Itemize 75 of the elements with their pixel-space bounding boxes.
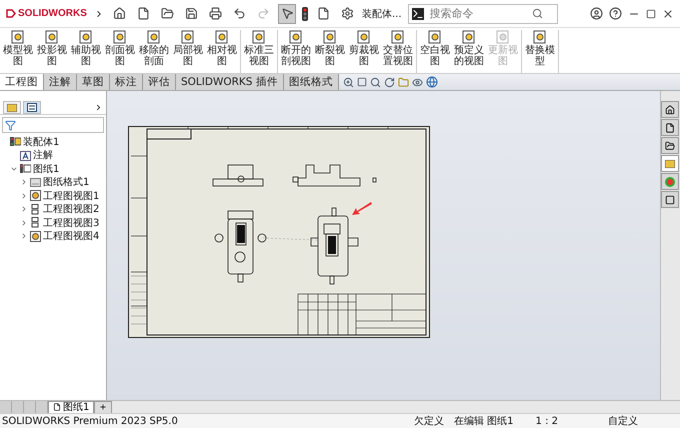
annotation-icon (20, 150, 31, 161)
ribbon-button[interactable]: 替换模型 (523, 30, 557, 73)
sheet-icon (20, 163, 31, 174)
ribbon-tab[interactable]: 图纸格式 (284, 74, 339, 90)
zoom-area-icon[interactable] (370, 76, 381, 88)
filter-icon (5, 120, 16, 130)
globe-icon[interactable] (426, 76, 438, 88)
part-view-icon (30, 190, 41, 202)
units-status[interactable]: 自定义 (608, 414, 638, 428)
add-sheet-button[interactable] (94, 400, 112, 414)
ribbon-button[interactable]: 投影视图 (35, 30, 69, 73)
ribbon-tab[interactable]: 评估 (143, 74, 176, 90)
ribbon-button[interactable]: 局部视图 (171, 30, 205, 73)
tree-item[interactable]: 工程图视图2 (43, 202, 100, 216)
tree-item[interactable]: 图纸格式1 (43, 175, 90, 190)
feature-tree-icon (7, 104, 17, 112)
ribbon-tab[interactable]: 草图 (77, 74, 110, 90)
editing-status: 在编辑 图纸1 (454, 414, 514, 428)
part-view-icon (30, 230, 41, 242)
ribbon-tab[interactable]: 标注 (110, 74, 143, 90)
solidworks-logo: SOLIDWORKS (6, 8, 88, 19)
home-icon[interactable] (661, 101, 679, 118)
terminal-icon (412, 8, 424, 20)
sheet-icon (53, 403, 61, 411)
help-icon[interactable] (609, 7, 622, 20)
ribbon-button[interactable]: 移除的剖面 (137, 30, 171, 73)
filter-field[interactable] (2, 117, 104, 133)
ribbon-button[interactable]: 模型视图 (1, 30, 35, 73)
search-icon (532, 8, 543, 19)
ribbon-button[interactable]: 断裂视图 (313, 30, 347, 73)
zoom-box-icon[interactable] (356, 77, 367, 87)
tree-item[interactable]: 工程图视图1 (43, 188, 100, 203)
scale-status: 1 : 2 (536, 416, 558, 426)
folder-icon[interactable] (661, 137, 679, 154)
search-bar[interactable]: 搜索命令 (408, 4, 558, 24)
ribbon-button[interactable]: 空白视图 (418, 30, 452, 73)
tree-item[interactable]: 工程图视图3 (43, 216, 100, 230)
close-icon[interactable] (662, 8, 674, 20)
zoom-icon[interactable] (342, 76, 354, 88)
search-field[interactable]: 搜索命令 (428, 6, 528, 20)
assembly-icon (10, 136, 21, 148)
user-icon[interactable] (590, 7, 603, 20)
list-icon (27, 103, 37, 112)
standard-view-icon (30, 204, 41, 215)
property-list-tab[interactable] (23, 101, 41, 114)
rotate-icon[interactable] (384, 76, 395, 88)
ribbon-tab[interactable]: 工程图 (0, 74, 44, 90)
tree-item[interactable]: 图纸1 (33, 162, 60, 176)
ribbon-button[interactable]: 标准三视图 (242, 30, 276, 73)
feature-manager-tab[interactable] (3, 101, 21, 114)
product-version: SOLIDWORKS Premium 2023 SP5.0 (2, 416, 178, 426)
sheet-format-icon (30, 176, 41, 188)
maximize-icon[interactable] (646, 8, 656, 18)
ribbon-button[interactable]: 剖面视图 (103, 30, 137, 73)
definition-status: 欠定义 (414, 414, 444, 428)
tree-item[interactable]: 注解 (33, 148, 53, 162)
eye-icon[interactable] (412, 76, 423, 88)
ribbon-button[interactable]: 断开的剖视图 (279, 30, 313, 73)
tree-item[interactable]: 装配体1 (23, 134, 60, 149)
document-name: 装配体... (362, 8, 402, 20)
standard-view-icon (30, 217, 41, 228)
ribbon-tab[interactable]: 注解 (44, 74, 77, 90)
ribbon-button[interactable]: 交替位置视图 (381, 30, 415, 73)
sheet-tab[interactable]: 图纸1 (48, 400, 94, 414)
ribbon-button[interactable]: 剪裁视图 (347, 30, 381, 73)
ribbon-button[interactable]: 相对视图 (205, 30, 239, 73)
view-palette-icon[interactable] (661, 155, 679, 172)
ribbon-button[interactable]: 辅助视图 (69, 30, 103, 73)
ribbon-button[interactable]: 预定义的视图 (452, 30, 486, 73)
select-pointer-icon[interactable] (278, 4, 296, 24)
ribbon-tab[interactable]: SOLIDWORKS 插件 (176, 74, 284, 90)
tree-item[interactable]: 工程图视图4 (43, 229, 100, 244)
chevron-icon[interactable] (94, 103, 103, 112)
plus-icon (99, 403, 108, 411)
traffic-light-icon[interactable] (302, 6, 308, 20)
